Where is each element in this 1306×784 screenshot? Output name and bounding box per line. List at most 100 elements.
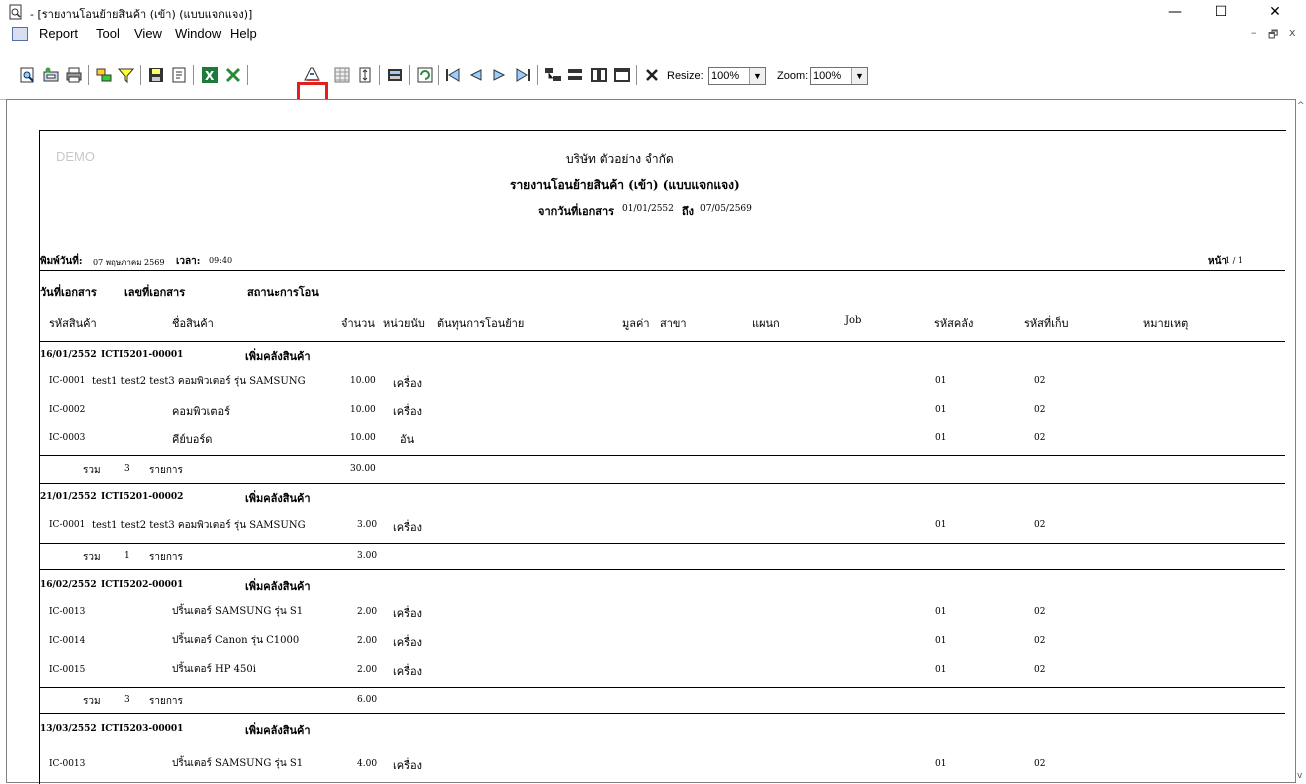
group-date: 16/01/2552 <box>40 350 97 360</box>
sum-label: รวม <box>83 465 101 476</box>
export-icon[interactable] <box>224 66 242 84</box>
toolbar-separator <box>140 65 142 85</box>
row-name: ปริ้นเตอร์ SAMSUNG รุ่น S1 <box>172 606 304 617</box>
toolbar-separator <box>247 65 249 85</box>
minimize-button[interactable]: — <box>1152 0 1198 24</box>
row-name: คอมพิวเตอร์ <box>172 405 231 418</box>
row-warehouse: 01 <box>935 520 947 530</box>
row-location: 02 <box>1034 376 1046 386</box>
col-name: ชื่อสินค้า <box>172 317 214 330</box>
group-total: 30.00 <box>350 464 376 474</box>
full-page-icon[interactable] <box>613 66 631 84</box>
group-date: 21/01/2552 <box>40 492 97 502</box>
previous-page-icon[interactable] <box>467 66 485 84</box>
row-code: IC-0014 <box>49 636 86 646</box>
subtotal-divider <box>39 455 1285 456</box>
mdi-window-icon[interactable] <box>12 27 28 41</box>
col-doc-date: วันที่เอกสาร <box>40 286 97 299</box>
date-to-label: ถึง <box>682 205 695 218</box>
close-button[interactable]: ✕ <box>1252 0 1298 24</box>
close-report-icon[interactable] <box>643 66 661 84</box>
two-pages-icon[interactable] <box>590 66 608 84</box>
row-unit: เครื่อง <box>393 377 423 390</box>
row-name: test1 test2 test3 คอมพิวเตอร์ รุ่น SAMSU… <box>92 376 306 387</box>
date-from: 01/01/2552 <box>622 204 674 214</box>
col-location: รหัสที่เก็บ <box>1024 317 1069 330</box>
last-page-icon[interactable] <box>514 66 532 84</box>
window-title: - [รายงานโอนย้ายสินค้า (เข้า) (แบบแจกแจง… <box>30 8 253 21</box>
menu-tool[interactable]: Tool <box>96 26 120 41</box>
group-date: 13/03/2552 <box>40 724 97 734</box>
menu-report[interactable]: Report <box>39 26 78 41</box>
items-label: รายการ <box>149 696 183 707</box>
sort-icon[interactable] <box>95 66 113 84</box>
row-qty: 10.00 <box>350 376 376 386</box>
row-warehouse: 01 <box>935 607 947 617</box>
item-count: 1 <box>124 551 130 561</box>
group-date: 16/02/2552 <box>40 580 97 590</box>
row-location: 02 <box>1034 405 1046 415</box>
print-time-label: เวลา: <box>176 256 201 267</box>
item-count: 3 <box>124 464 130 474</box>
row-name: คีย์บอร์ด <box>172 433 213 446</box>
first-page-icon[interactable] <box>444 66 462 84</box>
col-value: มูลค่า <box>622 317 650 330</box>
print-icon[interactable] <box>65 66 83 84</box>
maximize-button[interactable]: ☐ <box>1198 0 1244 24</box>
resize-select[interactable]: 100% ▼ <box>708 67 766 85</box>
row-unit: เครื่อง <box>393 607 423 620</box>
row-qty: 10.00 <box>350 433 376 443</box>
menu-view[interactable]: View <box>134 26 162 41</box>
row-code: IC-0001 <box>49 376 86 386</box>
menu-window[interactable]: Window <box>175 26 221 41</box>
refresh-icon[interactable] <box>416 66 434 84</box>
chevron-down-icon[interactable]: ▼ <box>851 68 867 84</box>
grid-icon[interactable] <box>333 66 351 84</box>
open-icon[interactable] <box>170 66 188 84</box>
group-status: เพิ่มคลังสินค้า <box>245 350 311 363</box>
chevron-down-icon[interactable]: ▼ <box>749 68 765 84</box>
print-date: 07 พฤษภาคม 2569 <box>93 258 165 267</box>
fit-height-icon[interactable] <box>356 66 374 84</box>
row-code: IC-0013 <box>49 607 86 617</box>
col-dept: แผนก <box>752 317 780 330</box>
row-qty: 2.00 <box>357 665 378 675</box>
col-qty: จำนวน <box>341 317 375 330</box>
group-doc-no: ICTI5201-00002 <box>101 492 184 502</box>
row-warehouse: 01 <box>935 759 947 769</box>
row-location: 02 <box>1034 433 1046 443</box>
calculator-icon[interactable] <box>386 66 404 84</box>
mdi-close-button[interactable]: x <box>1289 26 1296 39</box>
row-qty: 2.00 <box>357 636 378 646</box>
col-job: Job <box>845 315 862 326</box>
row-qty: 10.00 <box>350 405 376 415</box>
row-unit: เครื่อง <box>393 521 423 534</box>
resize-value: 100% <box>711 70 740 82</box>
filter-icon[interactable] <box>117 66 135 84</box>
subtotal-divider <box>39 543 1285 544</box>
group-total: 6.00 <box>357 695 378 705</box>
toolbar-separator <box>379 65 381 85</box>
mdi-restore-button[interactable]: 🗗 <box>1268 26 1278 45</box>
vertical-scrollbar[interactable]: ^ v <box>1296 99 1306 783</box>
next-page-icon[interactable] <box>490 66 508 84</box>
preview-icon[interactable] <box>19 66 37 84</box>
menu-help[interactable]: Help <box>230 26 257 41</box>
col-status: สถานะการโอน <box>247 286 319 299</box>
tree-view-icon[interactable] <box>544 66 562 84</box>
row-qty: 3.00 <box>357 520 378 530</box>
group-doc-no: ICTI5203-00001 <box>101 724 184 734</box>
save-icon[interactable] <box>147 66 165 84</box>
mdi-minimize-button[interactable]: – <box>1251 26 1257 39</box>
scroll-up-icon[interactable]: ^ <box>1297 101 1305 111</box>
zoom-label: Zoom: <box>777 70 809 82</box>
zoom-select[interactable]: 100% ▼ <box>810 67 868 85</box>
row-location: 02 <box>1034 636 1046 646</box>
excel-icon[interactable]: X <box>201 66 219 84</box>
sum-label: รวม <box>83 552 101 563</box>
scroll-down-icon[interactable]: v <box>1297 771 1302 781</box>
row-code: IC-0013 <box>49 759 86 769</box>
single-page-icon[interactable] <box>566 66 584 84</box>
page-setup-icon[interactable] <box>42 66 60 84</box>
col-cost: ต้นทุนการโอนย้าย <box>437 317 525 330</box>
